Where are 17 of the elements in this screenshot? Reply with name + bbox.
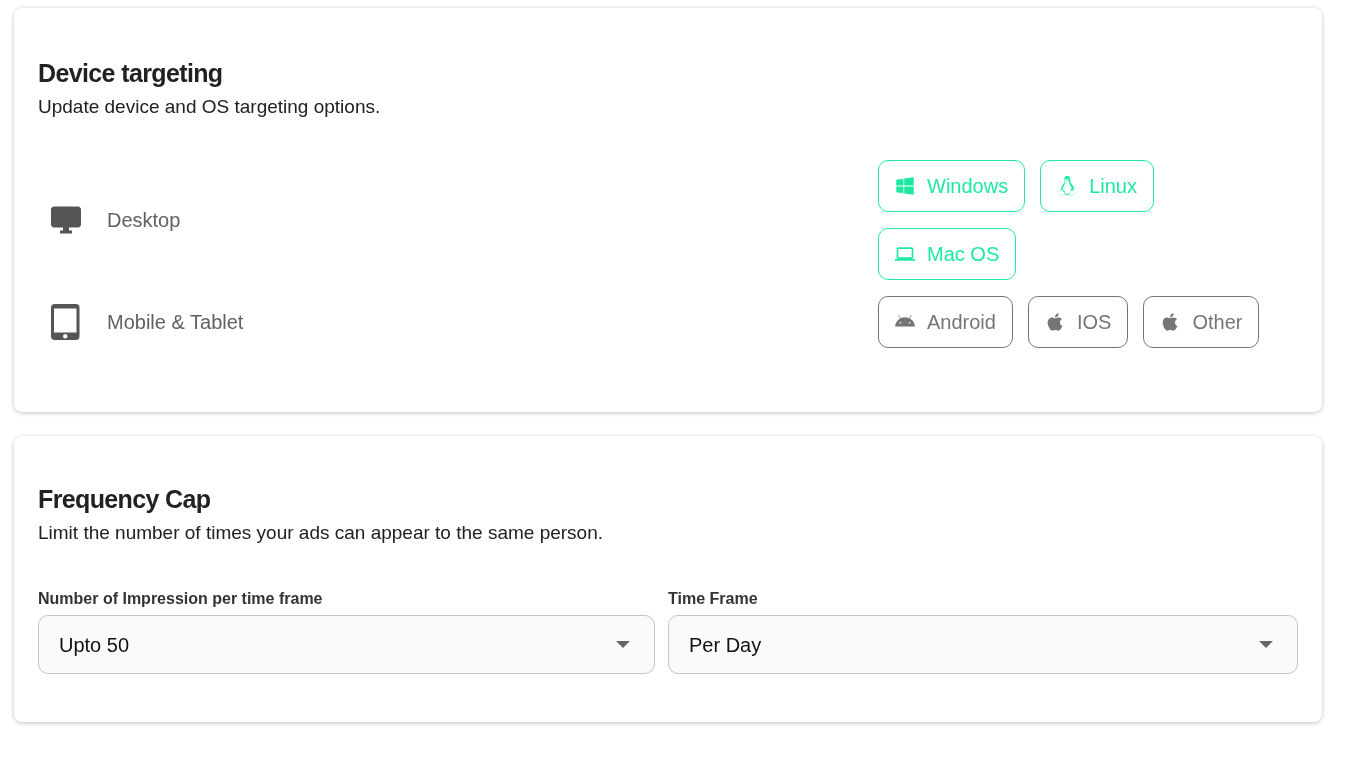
section-title: Device targeting [38,58,224,89]
caret-icon [1259,641,1273,648]
device-label: Mobile & Tablet [107,309,244,335]
device-label: Desktop [107,207,181,233]
os-chip[interactable]: IOS [1027,295,1129,348]
dropdown-select[interactable]: Per Day [668,615,1298,674]
field-label: Time Frame [668,589,759,609]
os-chip[interactable]: Android [878,295,1013,348]
section-description: Limit the number of times your ads can appear to the same person. [38,520,605,545]
field-label: Number of Impression per time frame [38,589,324,609]
dropdown-select[interactable]: Upto 50 [38,615,655,674]
caret-icon [616,641,630,648]
os-chip[interactable]: Other [1143,295,1260,348]
section-title: Frequency Cap [38,483,212,515]
window-grid-icon [895,175,915,196]
section-description: Update device and OS targeting options. [38,95,382,119]
penguin-icon [1057,175,1078,196]
